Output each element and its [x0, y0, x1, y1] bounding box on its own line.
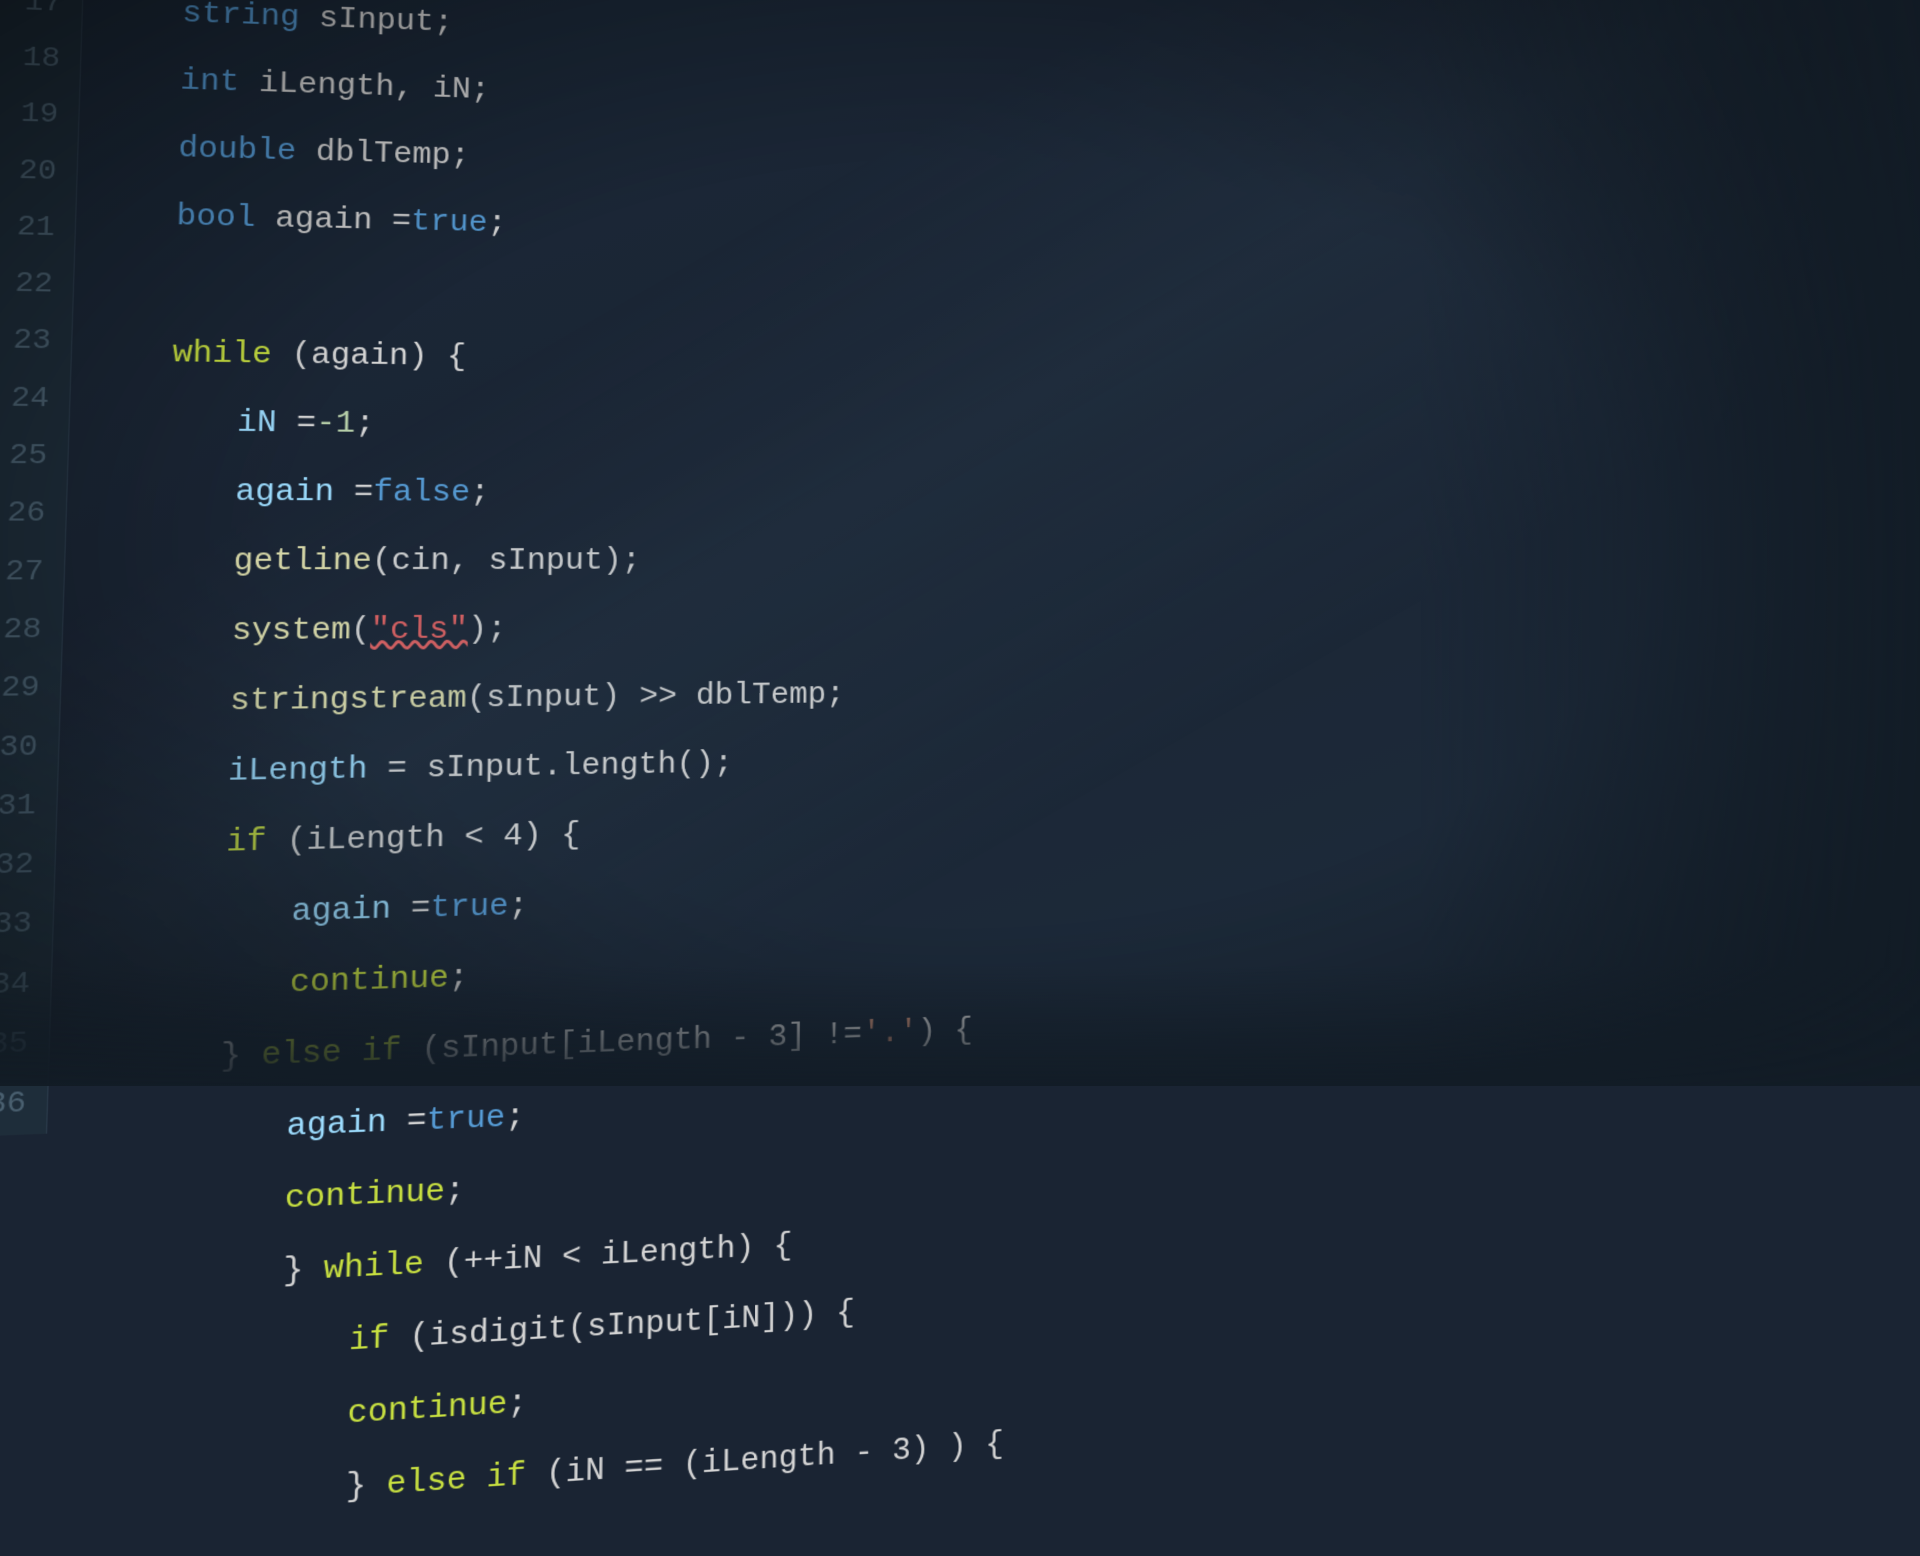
- token-bool: true: [411, 205, 488, 241]
- code-content: string sInput; int iLength, iN; double d…: [47, 0, 1874, 1134]
- token-bool: true: [430, 889, 509, 927]
- token-type: int: [180, 64, 240, 101]
- token-id: again: [291, 892, 391, 931]
- token-plain: again =: [255, 201, 411, 239]
- token-keyword: while: [172, 336, 272, 373]
- line-24: 24: [0, 369, 70, 428]
- token-plain: ;: [449, 960, 469, 997]
- token-keyword: if: [349, 1321, 390, 1361]
- token-plain: ;: [505, 1099, 525, 1136]
- token-type: string: [182, 0, 300, 35]
- token-type: double: [178, 132, 297, 170]
- line-23: 23: [0, 311, 72, 370]
- token-plain: ;: [355, 407, 375, 442]
- token-plain: =: [334, 475, 374, 511]
- token-keyword: if: [226, 824, 267, 861]
- line-21: 21: [0, 197, 76, 257]
- token-plain: =: [391, 891, 431, 928]
- token-fn: getline: [233, 544, 372, 580]
- line-29: 29: [0, 659, 61, 719]
- line-33: 33: [0, 894, 54, 957]
- line-25: 25: [0, 427, 68, 486]
- line-32: 32: [0, 835, 55, 897]
- token-plain: (isdigit(sInput[iN])) {: [389, 1295, 855, 1358]
- token-plain: (++iN < iLength) {: [424, 1228, 793, 1283]
- token-plain: ;: [487, 207, 507, 242]
- token-keyword: continue: [347, 1386, 508, 1433]
- token-id: iLength: [228, 752, 368, 790]
- token-id: again: [286, 1105, 387, 1146]
- editor-container: 17 18 19 20 21 22 23 24 25 26 27 28 29 3…: [0, 0, 1920, 1086]
- token-plain: sInput;: [299, 1, 453, 41]
- token-type: bool: [176, 199, 256, 236]
- line-36: 36: [0, 1073, 48, 1139]
- token-plain: }: [283, 1252, 324, 1292]
- token-plain: );: [468, 612, 507, 648]
- token-plain: iLength, iN;: [239, 66, 490, 108]
- line-22: 22: [0, 254, 74, 313]
- code-area: 17 18 19 20 21 22 23 24 25 26 27 28 29 3…: [0, 0, 1874, 1139]
- token-str-squiggle: "cls": [370, 613, 468, 649]
- line-20: 20: [0, 140, 78, 200]
- token-plain: }: [345, 1467, 386, 1508]
- line-19: 19: [0, 84, 79, 144]
- token-plain: (: [350, 613, 370, 649]
- token-plain: ;: [508, 889, 528, 926]
- token-plain: (iN == (iLength - 3) ) {: [526, 1427, 1004, 1495]
- token-keyword: while: [323, 1247, 424, 1289]
- token-fn: system: [231, 613, 351, 650]
- token-keyword: continue: [284, 1174, 445, 1218]
- token-plain: (sInput) >> dblTemp;: [466, 678, 844, 717]
- token-plain: (sInput[iLength - 3] !=: [401, 1017, 862, 1069]
- token-bool: true: [426, 1100, 505, 1140]
- line-30: 30: [0, 718, 59, 779]
- line-17: 17: [0, 0, 83, 32]
- line-35: 35: [0, 1013, 50, 1078]
- token-plain: (iLength < 4) {: [266, 818, 581, 861]
- code-line-24: again = false ;: [100, 457, 1856, 529]
- code-line-25: getline (cin, sInput);: [98, 527, 1858, 597]
- token-plain: ;: [445, 1173, 465, 1211]
- token-id: iN: [237, 406, 277, 442]
- line-18: 18: [0, 28, 81, 88]
- token-str: '.': [862, 1015, 918, 1052]
- token-keyword: continue: [289, 961, 449, 1002]
- line-34: 34: [0, 954, 52, 1018]
- token-bool: false: [373, 475, 471, 511]
- token-plain: ;: [470, 476, 490, 511]
- token-keyword: else if: [386, 1458, 526, 1505]
- token-fn: stringstream: [229, 681, 467, 720]
- token-plain: ;: [507, 1385, 527, 1423]
- token-num: -1: [316, 407, 356, 443]
- line-28: 28: [0, 601, 63, 660]
- token-id: again: [235, 475, 335, 511]
- line-26: 26: [0, 485, 67, 543]
- line-31: 31: [0, 776, 57, 838]
- token-plain: =: [276, 406, 316, 442]
- token-plain: = sInput.length();: [367, 747, 733, 788]
- token-plain: (cin, sInput);: [372, 544, 642, 580]
- token-plain: dblTemp;: [296, 135, 470, 174]
- line-27: 27: [0, 543, 65, 601]
- token-plain: (again) {: [271, 338, 466, 376]
- token-plain: =: [386, 1103, 426, 1141]
- token-keyword: else if: [261, 1033, 402, 1075]
- token-plain: ) {: [918, 1013, 973, 1050]
- token-plain: }: [220, 1038, 261, 1077]
